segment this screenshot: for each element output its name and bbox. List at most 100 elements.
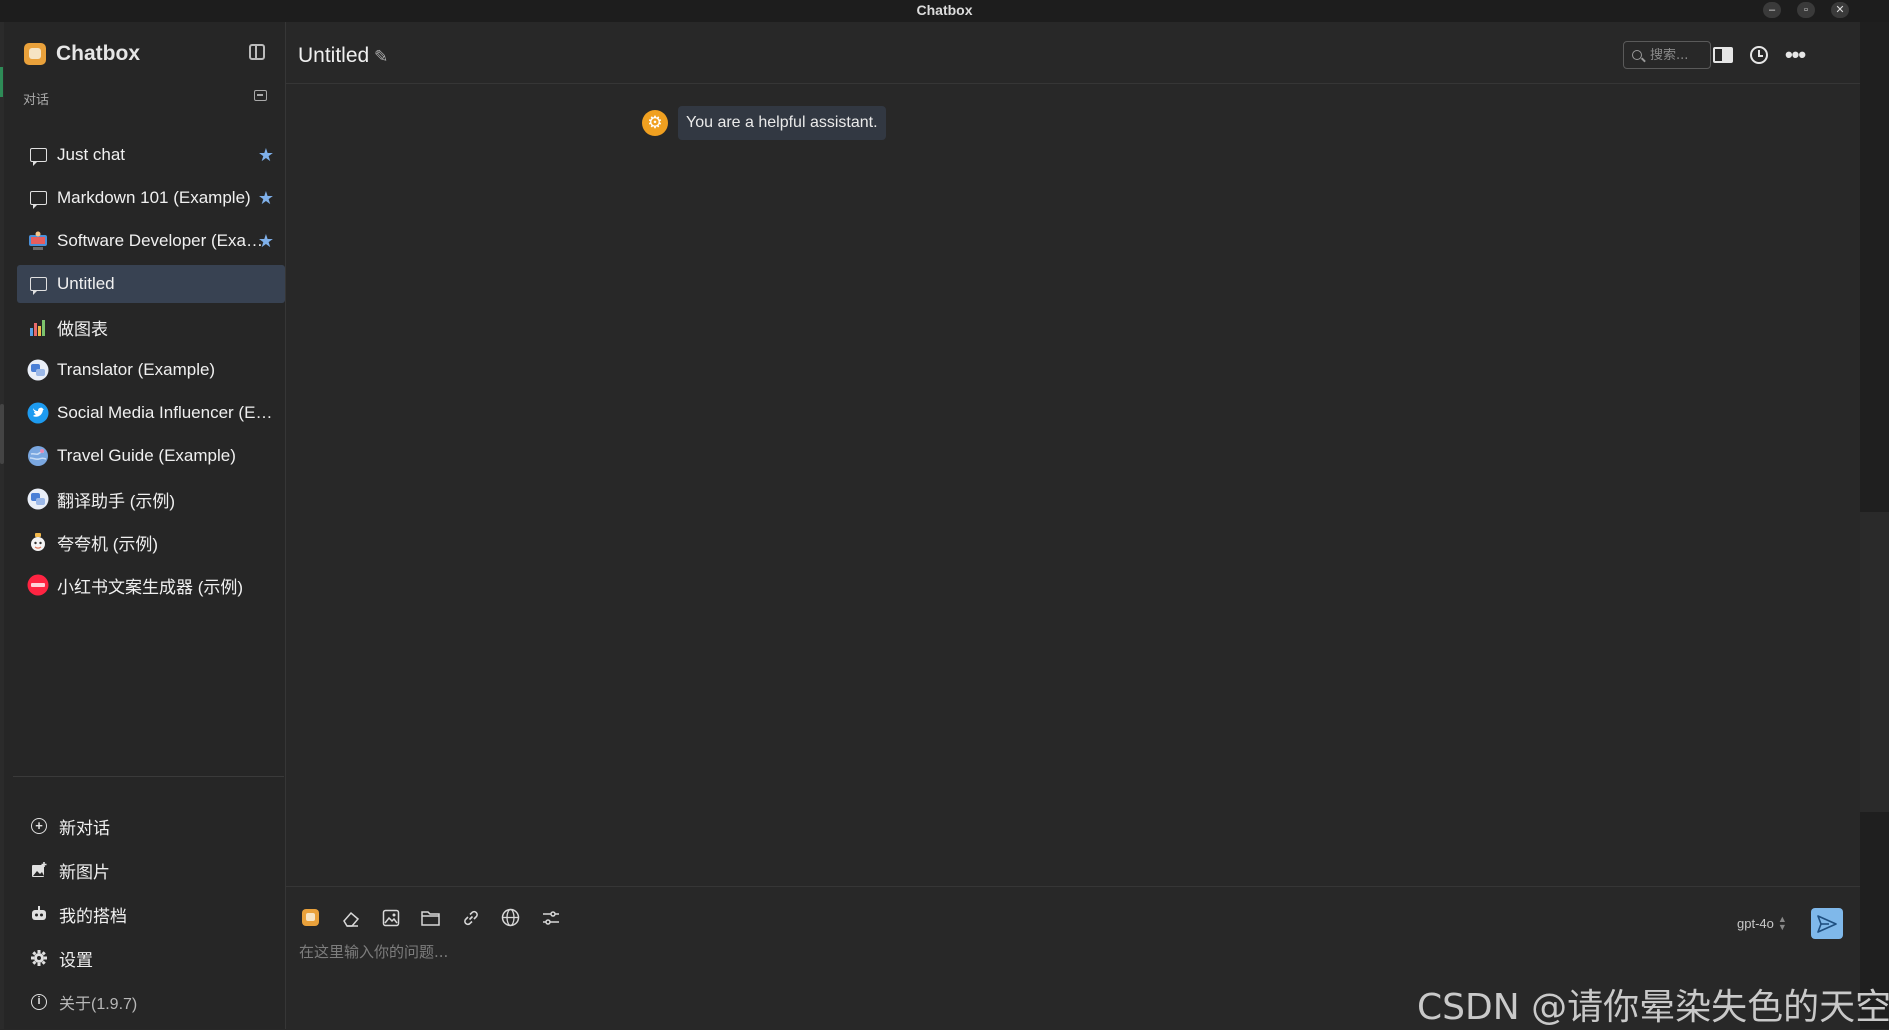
globe-avatar-icon: [27, 445, 49, 467]
window-title: Chatbox: [916, 2, 973, 18]
message-input[interactable]: [299, 941, 1499, 981]
image-icon[interactable]: [380, 907, 401, 928]
split-view-icon: [1713, 47, 1733, 63]
globe-icon[interactable]: [500, 907, 521, 928]
session-label: Social Media Influencer (Example): [57, 403, 273, 422]
info-icon: i: [29, 992, 49, 1012]
session-label: Translator (Example): [57, 360, 216, 379]
session-label: 小红书文案生成器 (示例): [57, 577, 244, 597]
star-icon[interactable]: ★: [258, 231, 274, 252]
chatbox-logo-icon[interactable]: [300, 907, 321, 928]
composer-toolbar: [300, 907, 561, 928]
collapse-sidebar-icon[interactable]: [249, 44, 265, 60]
session-item[interactable]: Software Developer (Example) ★: [17, 222, 285, 260]
session-item[interactable]: Markdown 101 (Example) ★: [17, 179, 285, 217]
close-icon[interactable]: ✕: [1831, 2, 1849, 18]
session-label: Software Developer (Example): [57, 231, 273, 250]
session-item[interactable]: Travel Guide (Example): [17, 437, 285, 475]
history-button[interactable]: [1748, 44, 1770, 66]
sidebar: Chatbox 对话 Just chat ★ Markdown 101 (Exa…: [4, 22, 286, 1029]
session-item-active[interactable]: Untitled: [17, 265, 285, 303]
xiaohongshu-avatar-icon: [27, 574, 49, 596]
archive-icon[interactable]: [254, 90, 267, 101]
chat-bubble-icon: [27, 187, 49, 209]
desktop-shade: [1860, 512, 1889, 812]
chat-header: Untitled ✎ •••: [286, 22, 1860, 84]
new-chat-label: 新对话: [59, 818, 110, 838]
chat-title[interactable]: Untitled: [298, 44, 369, 68]
about-label: 关于(1.9.7): [59, 996, 138, 1013]
star-icon[interactable]: ★: [258, 188, 274, 209]
sidebar-bottom-menu: + 新对话 新图片 我的搭档 设置 i 关于(1.9.7): [17, 804, 285, 1024]
session-list: Just chat ★ Markdown 101 (Example) ★ Sof…: [17, 136, 285, 609]
session-label: Markdown 101 (Example): [57, 188, 251, 207]
chat-main: Untitled ✎ ••• ⚙ You are a helpful assis…: [286, 22, 1860, 1030]
send-icon: [1817, 914, 1837, 933]
system-gear-avatar-icon: ⚙: [642, 110, 668, 136]
model-selector[interactable]: gpt-4o ▲ ▼: [1737, 914, 1787, 932]
plus-circle-icon: +: [29, 816, 49, 836]
sidebar-divider: [13, 776, 284, 777]
pencil-icon[interactable]: ✎: [374, 47, 388, 67]
session-label: 做图表: [57, 319, 108, 339]
chat-bubble-icon: [27, 144, 49, 166]
more-button[interactable]: •••: [1784, 44, 1806, 66]
my-copilots-label: 我的搭档: [59, 906, 127, 926]
robot-icon: [29, 904, 49, 924]
search-box[interactable]: [1623, 41, 1711, 69]
twitter-avatar-icon: [27, 402, 49, 424]
app-name: Chatbox: [56, 42, 140, 65]
new-chat-button[interactable]: + 新对话: [17, 804, 285, 848]
session-item[interactable]: 翻译助手 (示例): [17, 480, 285, 518]
section-label: 对话: [23, 92, 50, 107]
folder-icon[interactable]: [420, 907, 441, 928]
developer-avatar-icon: [27, 230, 49, 252]
new-image-button[interactable]: 新图片: [17, 848, 285, 892]
window-titlebar: Chatbox – ▫ ✕: [0, 0, 1889, 23]
session-item[interactable]: 小红书文案生成器 (示例): [17, 566, 285, 604]
watermark: CSDN @请你晕染失色的天空: [1417, 987, 1889, 1028]
about-button[interactable]: i 关于(1.9.7): [17, 980, 285, 1024]
desktop-indicator: [0, 67, 3, 97]
split-view-button[interactable]: [1712, 44, 1734, 66]
chevron-up-down-icon: ▲ ▼: [1777, 914, 1787, 932]
model-name: gpt-4o: [1737, 915, 1774, 931]
session-label: Untitled: [57, 274, 115, 293]
session-item[interactable]: Social Media Influencer (Example): [17, 394, 285, 432]
search-icon: [1632, 50, 1642, 60]
settings-button[interactable]: 设置: [17, 936, 285, 980]
mascot-avatar-icon: [27, 531, 49, 553]
session-item[interactable]: 做图表: [17, 308, 285, 346]
eraser-icon[interactable]: [340, 907, 361, 928]
star-icon[interactable]: ★: [258, 145, 274, 166]
settings-label: 设置: [59, 950, 93, 970]
session-item[interactable]: Just chat ★: [17, 136, 285, 174]
chat-bubble-icon: [27, 273, 49, 295]
gear-icon: [29, 948, 49, 968]
more-dots-icon: •••: [1784, 42, 1806, 67]
session-label: 夸夸机 (示例): [57, 534, 159, 554]
search-input[interactable]: [1650, 47, 1710, 63]
maximize-icon[interactable]: ▫: [1797, 2, 1815, 18]
desktop-right-edge: [1860, 22, 1889, 1029]
translator-avatar-icon: [27, 359, 49, 381]
history-icon: [1750, 46, 1768, 64]
link-icon[interactable]: [460, 907, 481, 928]
image-add-icon: [29, 860, 49, 880]
translator-avatar-icon: [27, 488, 49, 510]
minimize-icon[interactable]: –: [1763, 2, 1781, 18]
brand: Chatbox: [24, 42, 140, 66]
system-message-text: You are a helpful assistant.: [678, 106, 886, 140]
send-button[interactable]: [1811, 908, 1843, 939]
chatbox-logo-icon: [24, 43, 46, 65]
my-copilots-button[interactable]: 我的搭档: [17, 892, 285, 936]
session-item[interactable]: 夸夸机 (示例): [17, 523, 285, 561]
system-message: ⚙ You are a helpful assistant.: [642, 106, 886, 140]
session-label: Travel Guide (Example): [57, 446, 236, 465]
session-item[interactable]: Translator (Example): [17, 351, 285, 389]
session-label: Just chat: [57, 145, 126, 164]
session-label: 翻译助手 (示例): [57, 491, 176, 511]
settings-sliders-icon[interactable]: [540, 907, 561, 928]
new-image-label: 新图片: [59, 862, 110, 882]
chart-avatar-icon: [27, 316, 49, 338]
